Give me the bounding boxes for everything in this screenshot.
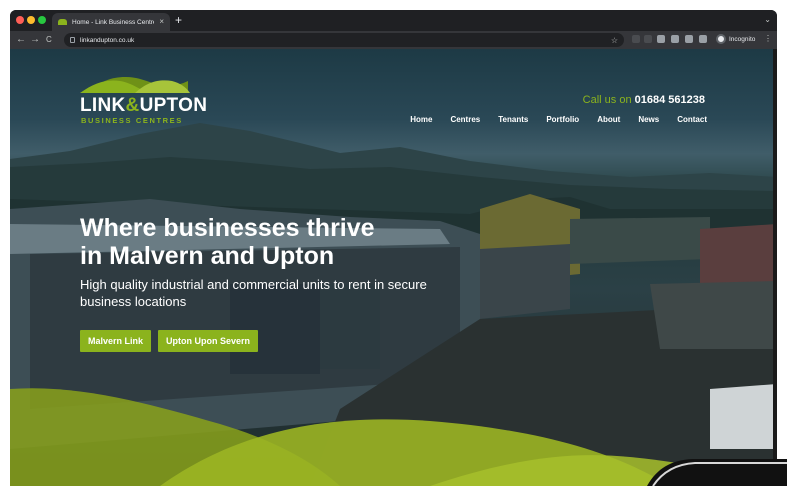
lock-icon[interactable] [70, 37, 75, 43]
browser-window: Home - Link Business Centre × + ⌄ ← → C … [10, 10, 777, 486]
nav-tenants[interactable]: Tenants [498, 115, 528, 124]
incognito-icon [716, 34, 726, 44]
forward-button[interactable]: → [30, 33, 40, 47]
logo-ampersand: & [125, 95, 140, 116]
new-tab-button[interactable]: + [175, 13, 182, 27]
phone-number[interactable]: 01684 561238 [635, 94, 705, 106]
nav-contact[interactable]: Contact [677, 115, 707, 124]
profile-button[interactable]: Incognito [716, 34, 755, 44]
close-window-button[interactable] [16, 16, 24, 24]
upton-upon-severn-button[interactable]: Upton Upon Severn [158, 330, 259, 352]
tab-close-icon[interactable]: × [159, 18, 164, 26]
nav-about[interactable]: About [597, 115, 620, 124]
tab-home[interactable]: Home - Link Business Centre × [52, 13, 170, 31]
nav-centres[interactable]: Centres [450, 115, 480, 124]
minimize-window-button[interactable] [27, 16, 35, 24]
hills-logo-icon [80, 77, 190, 93]
browser-menu-icon[interactable]: ⋮ [764, 34, 772, 43]
tab-search-icon[interactable]: ⌄ [764, 15, 771, 24]
phone-callout[interactable]: Call us on 01684 561238 [583, 94, 705, 106]
site-favicon-icon [58, 19, 67, 25]
extensions-puzzle-icon[interactable] [685, 35, 693, 43]
hero-subtitle: High quality industrial and commercial u… [80, 277, 427, 309]
extension-icon[interactable] [671, 35, 679, 43]
url-text[interactable]: linkandupton.co.uk [80, 37, 606, 44]
cta-buttons: Malvern Link Upton Upon Severn [80, 330, 259, 352]
device-frame-corner [647, 459, 787, 486]
main-navigation: Home Centres Tenants Portfolio About New… [410, 115, 707, 124]
scrollbar[interactable] [773, 49, 777, 486]
phone-prefix: Call us on [582, 94, 632, 106]
reload-button[interactable]: C [46, 33, 52, 47]
logo-wordmark: LINK&UPTON [80, 95, 207, 117]
site-logo[interactable]: LINK&UPTON BUSINESS CENTRES [80, 67, 230, 127]
hero-title: Where businesses thrive in Malvern and U… [80, 214, 375, 270]
hero-title-line-1: Where businesses thrive [80, 214, 375, 242]
logo-text-upton: UPTON [139, 95, 208, 116]
logo-subtitle: BUSINESS CENTRES [81, 116, 183, 125]
browser-toolbar: ← → C linkandupton.co.uk ☆ Incognito ⋮ [10, 31, 777, 49]
malvern-link-button[interactable]: Malvern Link [80, 330, 152, 352]
side-panel-icon[interactable] [699, 35, 707, 43]
extension-icon[interactable] [644, 35, 652, 43]
tab-strip: Home - Link Business Centre × + ⌄ [10, 10, 777, 31]
logo-text-link: LINK [80, 95, 126, 116]
nav-portfolio[interactable]: Portfolio [546, 115, 579, 124]
nav-home[interactable]: Home [410, 115, 432, 124]
profile-label: Incognito [729, 35, 756, 43]
extension-icon[interactable] [632, 35, 640, 43]
nav-news[interactable]: News [638, 115, 659, 124]
back-button[interactable]: ← [16, 33, 26, 47]
address-bar[interactable]: linkandupton.co.uk ☆ [64, 33, 624, 47]
hero-title-line-2: in Malvern and Upton [80, 242, 335, 270]
maximize-window-button[interactable] [38, 16, 46, 24]
extension-icon[interactable] [657, 35, 665, 43]
tab-title: Home - Link Business Centre [72, 18, 155, 26]
web-page: LINK&UPTON BUSINESS CENTRES Call us on 0… [10, 49, 777, 486]
bookmark-star-icon[interactable]: ☆ [611, 36, 618, 45]
